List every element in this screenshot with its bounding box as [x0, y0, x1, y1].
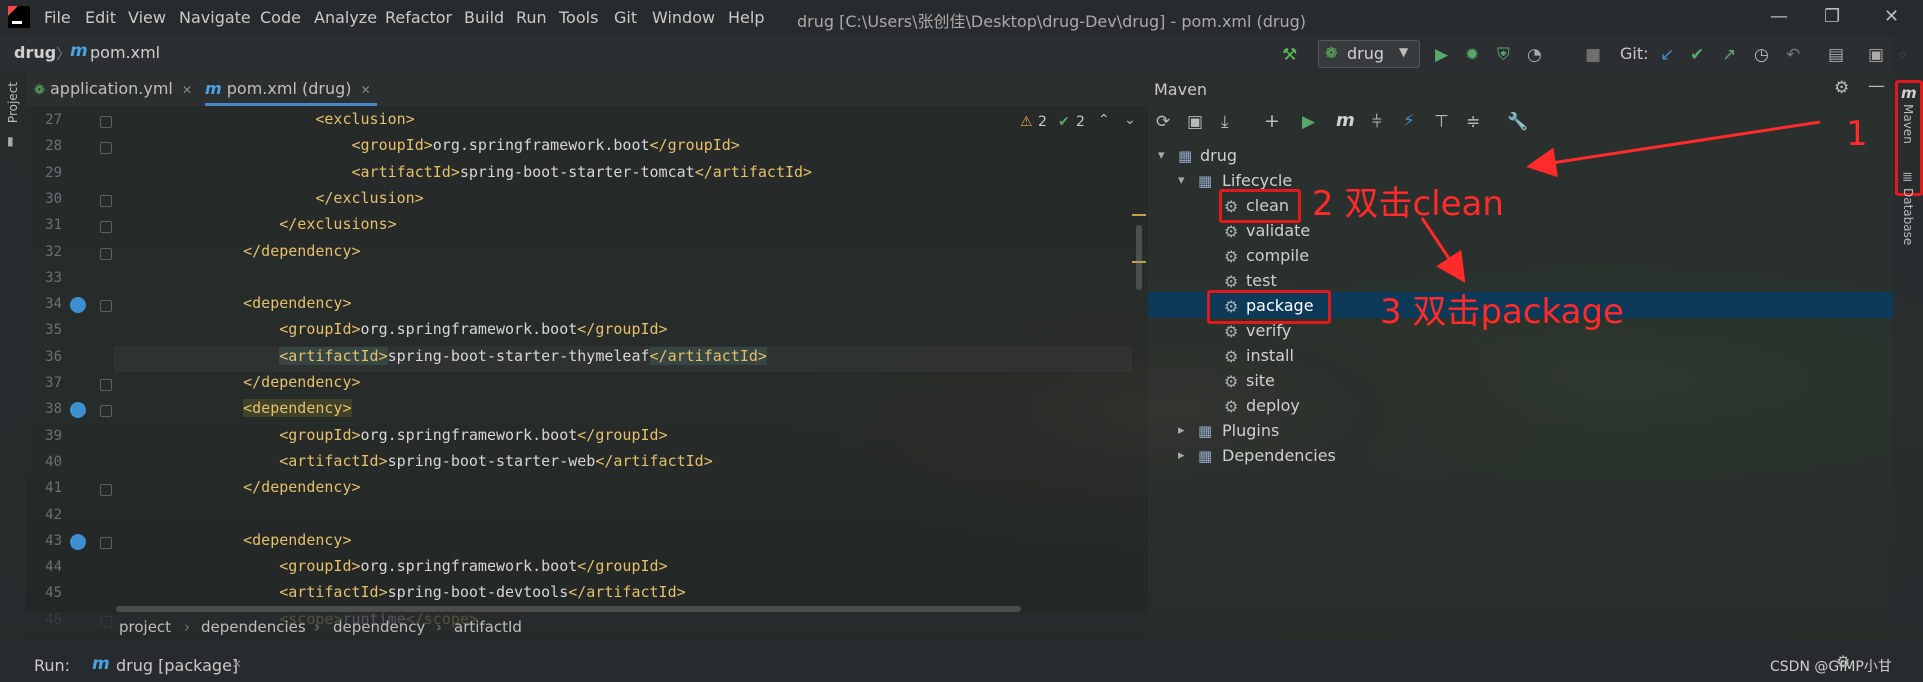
gear-icon[interactable]: ⚙: [1836, 652, 1850, 671]
run-config-tab[interactable]: drug [package]: [116, 656, 238, 675]
arrow-to-maven-panel: [1526, 120, 1821, 178]
maven-m-icon: m: [92, 654, 110, 674]
run-tool-bar: Run: m drug [package] ✕ CSDN @GIMP小甘 ⚙: [0, 642, 1923, 682]
annotation-arrows: [1420, 120, 1821, 283]
arrow-to-package: [1420, 217, 1466, 283]
csdn-watermark: CSDN @GIMP小甘: [1770, 659, 1892, 675]
run-label: Run:: [34, 656, 71, 675]
close-tab-icon[interactable]: ✕: [232, 657, 242, 671]
